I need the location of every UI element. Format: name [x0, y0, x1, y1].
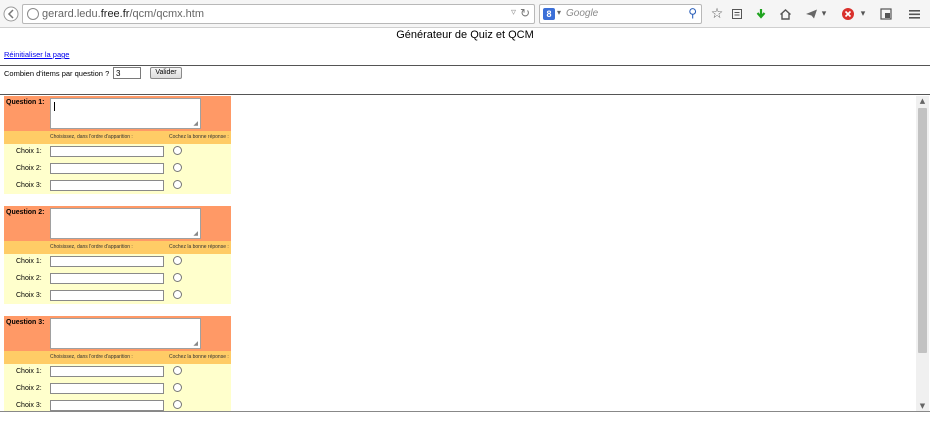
choice-input[interactable]: [50, 366, 164, 377]
search-placeholder: Google: [566, 8, 599, 19]
choice-label: Choix 2:: [16, 165, 42, 172]
url-domain: free.fr: [100, 8, 130, 20]
choice-input[interactable]: [50, 273, 164, 284]
url-bar[interactable]: gerard.ledu.free.fr/qcm/qcmx.htm ▿ ↻: [22, 4, 535, 24]
addon-dropdown-icon[interactable]: ▾: [857, 5, 869, 23]
choice-input[interactable]: [50, 383, 164, 394]
choice-input[interactable]: [50, 400, 164, 411]
scrollbar-thumb[interactable]: [918, 108, 927, 353]
choice-label: Choix 1:: [16, 148, 42, 155]
choice-input[interactable]: [50, 256, 164, 267]
choice-row: Choix 3:: [4, 398, 231, 411]
page-title: Générateur de Quiz et QCM: [396, 29, 534, 41]
choice-label: Choix 2:: [16, 385, 42, 392]
choice-row: Choix 1:: [4, 364, 231, 381]
radio-icon[interactable]: [173, 256, 182, 265]
choice-input[interactable]: [50, 290, 164, 301]
reload-icon[interactable]: ↻: [520, 6, 530, 20]
order-instruction: Choisissez, dans l'ordre d'apparition :: [50, 244, 133, 250]
instruction-bar: Choisissez, dans l'ordre d'apparition : …: [4, 241, 231, 254]
instruction-bar: Choisissez, dans l'ordre d'apparition : …: [4, 131, 231, 144]
questions-frame: Question 1: ◢ Choisissez, dans l'ordre d…: [0, 96, 916, 411]
radio-icon[interactable]: [173, 180, 182, 189]
search-bar[interactable]: 8 ▾ Google ⚲: [539, 4, 702, 24]
choice-row: Choix 3:: [4, 178, 231, 195]
choice-label: Choix 3:: [16, 402, 42, 409]
scroll-up-icon[interactable]: ▲: [916, 96, 929, 106]
radio-icon[interactable]: [173, 146, 182, 155]
reset-page-link[interactable]: Réinitialiser la page: [4, 50, 69, 59]
items-count-input[interactable]: [113, 67, 141, 79]
url-text[interactable]: gerard.ledu.free.fr/qcm/qcmx.htm: [42, 8, 204, 20]
globe-icon: [27, 8, 39, 20]
answer-instruction: Cochez la bonne réponse :: [169, 134, 229, 140]
top-divider: [0, 65, 930, 66]
text-caret: [54, 102, 55, 111]
instruction-bar: Choisissez, dans l'ordre d'apparition : …: [4, 351, 231, 364]
choices-area: Choix 1: Choix 2: Choix 3:: [4, 364, 231, 411]
choice-label: Choix 3:: [16, 292, 42, 299]
textarea-resize-icon[interactable]: ◢: [193, 120, 198, 127]
choices-area: Choix 1: Choix 2: Choix 3:: [4, 254, 231, 304]
choice-input[interactable]: [50, 163, 164, 174]
dropdown-arrow-icon[interactable]: ▿: [511, 7, 516, 18]
search-icon[interactable]: ⚲: [688, 6, 697, 20]
question-header: Question 3: ◢: [4, 316, 231, 351]
textarea-resize-icon[interactable]: ◢: [193, 230, 198, 237]
reading-list-icon[interactable]: [728, 5, 746, 23]
question-label: Question 3:: [6, 319, 45, 326]
order-instruction: Choisissez, dans l'ordre d'apparition :: [50, 354, 133, 360]
bookmark-star-icon[interactable]: ☆: [708, 5, 726, 23]
question-textarea[interactable]: ◢: [50, 98, 201, 129]
question-textarea[interactable]: ◢: [50, 208, 201, 239]
radio-icon[interactable]: [173, 290, 182, 299]
home-icon[interactable]: [776, 5, 794, 23]
radio-icon[interactable]: [173, 400, 182, 409]
choice-label: Choix 3:: [16, 182, 42, 189]
question-label: Question 1:: [6, 99, 45, 106]
bottom-area: [0, 412, 930, 437]
question-header: Question 1: ◢: [4, 96, 231, 131]
choice-label: Choix 2:: [16, 275, 42, 282]
addon-block-icon[interactable]: [839, 5, 857, 23]
answer-instruction: Cochez la bonne réponse :: [169, 244, 229, 250]
content-divider: [0, 94, 930, 95]
radio-icon[interactable]: [173, 163, 182, 172]
items-count-label: Combien d'items par question ?: [4, 69, 110, 78]
search-engine-icon[interactable]: 8: [543, 8, 555, 20]
search-engine-dropdown-icon[interactable]: ▾: [557, 8, 561, 17]
choice-row: Choix 1:: [4, 254, 231, 271]
validate-button[interactable]: Valider: [150, 67, 182, 79]
url-path: /qcm/qcmx.htm: [129, 8, 205, 20]
order-instruction: Choisissez, dans l'ordre d'apparition :: [50, 134, 133, 140]
choice-label: Choix 1:: [16, 258, 42, 265]
choice-row: Choix 2:: [4, 381, 231, 398]
choice-row: Choix 2:: [4, 271, 231, 288]
download-icon[interactable]: [752, 5, 770, 23]
question-label: Question 2:: [6, 209, 45, 216]
scroll-down-icon[interactable]: ▼: [916, 401, 929, 411]
browser-toolbar: gerard.ledu.free.fr/qcm/qcmx.htm ▿ ↻ 8 ▾…: [0, 0, 930, 28]
radio-icon[interactable]: [173, 383, 182, 392]
radio-icon[interactable]: [173, 366, 182, 375]
vertical-scrollbar[interactable]: ▲ ▼: [916, 96, 929, 411]
choice-input[interactable]: [50, 180, 164, 191]
question-header: Question 2: ◢: [4, 206, 231, 241]
question-textarea[interactable]: ◢: [50, 318, 201, 349]
choice-label: Choix 1:: [16, 368, 42, 375]
choices-area: Choix 1: Choix 2: Choix 3:: [4, 144, 231, 194]
radio-icon[interactable]: [173, 273, 182, 282]
choice-row: Choix 2:: [4, 161, 231, 178]
window-icon[interactable]: [877, 5, 895, 23]
answer-instruction: Cochez la bonne réponse :: [169, 354, 229, 360]
hamburger-menu-icon[interactable]: [905, 5, 923, 23]
back-icon[interactable]: [2, 5, 20, 23]
choice-input[interactable]: [50, 146, 164, 157]
choice-row: Choix 1:: [4, 144, 231, 161]
textarea-resize-icon[interactable]: ◢: [193, 340, 198, 347]
menu-dropdown-icon[interactable]: ▾: [818, 5, 830, 23]
choice-row: Choix 3:: [4, 288, 231, 305]
